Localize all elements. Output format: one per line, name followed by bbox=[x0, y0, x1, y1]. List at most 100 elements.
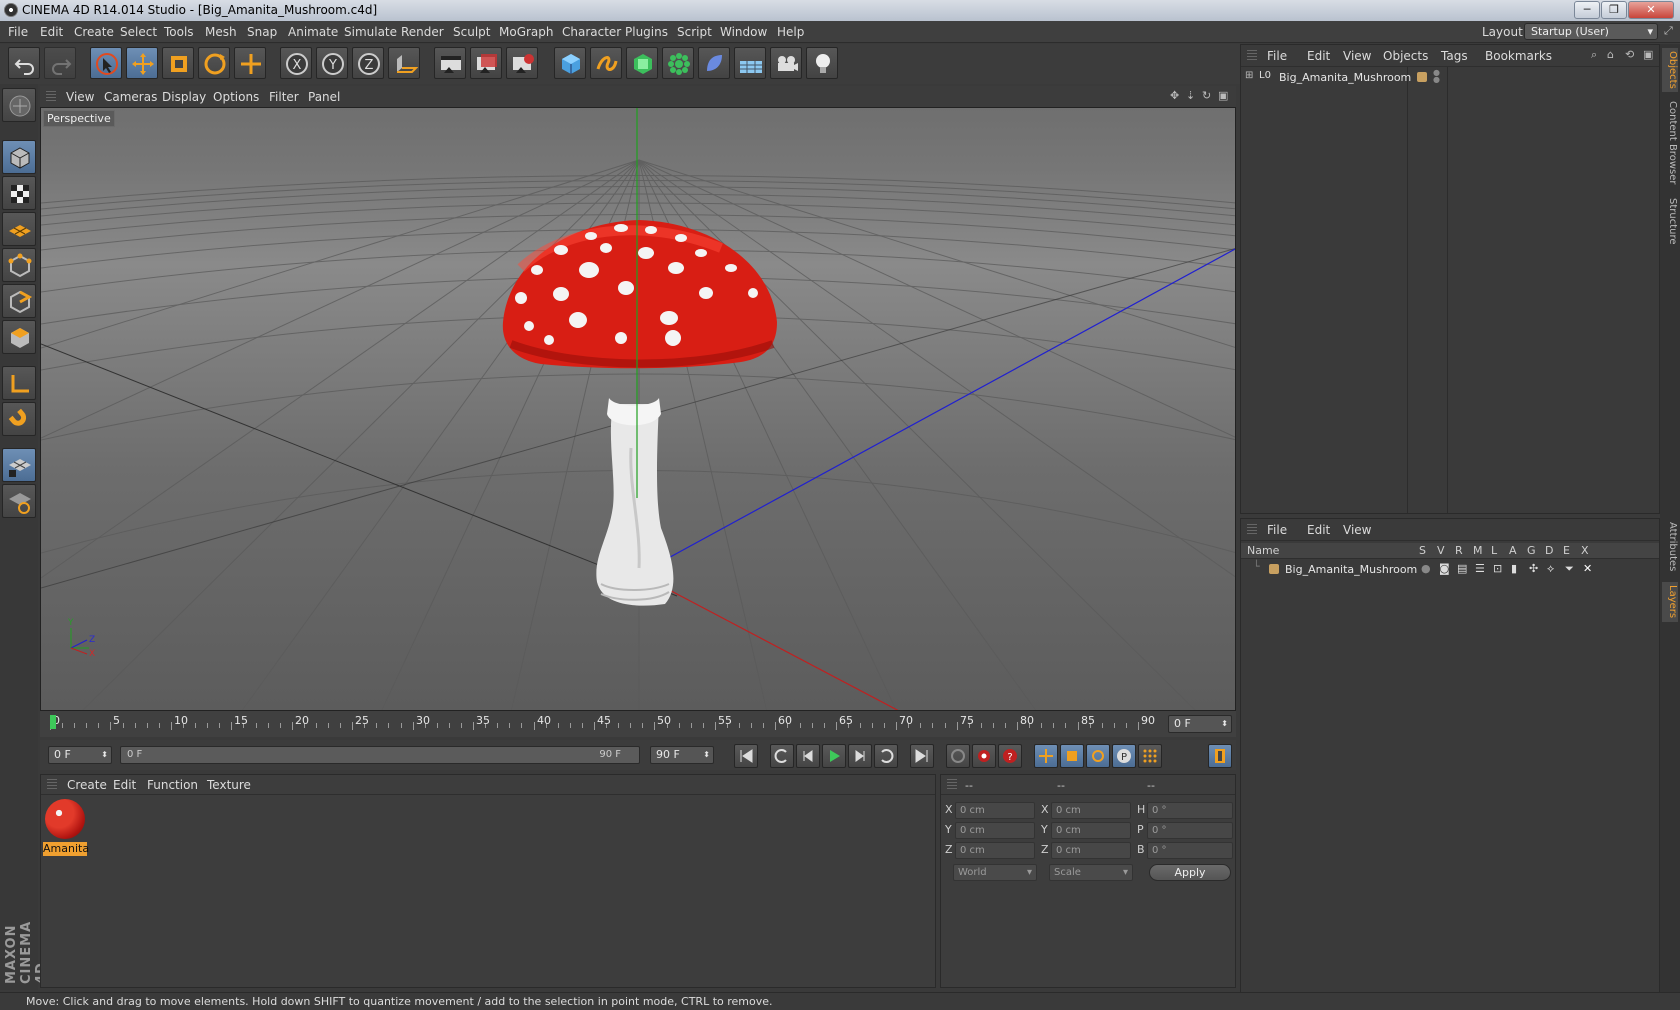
col-visible[interactable]: V bbox=[1437, 544, 1445, 557]
layer-color-swatch[interactable] bbox=[1417, 72, 1427, 82]
deformer-icon[interactable] bbox=[698, 47, 730, 79]
animation-toggle-icon[interactable]: ▮ bbox=[1511, 562, 1517, 575]
key-position-icon[interactable] bbox=[1034, 744, 1058, 768]
make-editable-icon[interactable] bbox=[2, 88, 36, 122]
maximize-panel-icon[interactable]: ⤢ bbox=[1664, 24, 1673, 38]
viewport-pan-icon[interactable]: ✥ bbox=[1170, 89, 1179, 102]
live-selection-icon[interactable] bbox=[90, 47, 122, 79]
key-parameter-icon[interactable]: P bbox=[1112, 744, 1136, 768]
goto-end-icon[interactable] bbox=[910, 744, 934, 768]
panel-grip-icon[interactable] bbox=[47, 779, 57, 791]
add-icon[interactable] bbox=[234, 47, 266, 79]
menu-select[interactable]: Select bbox=[120, 25, 157, 39]
snap-magnet-icon[interactable] bbox=[2, 402, 36, 436]
viewport-rotate-icon[interactable]: ↻ bbox=[1202, 89, 1211, 102]
coordinate-mode-select[interactable]: World ▾ bbox=[953, 864, 1037, 881]
render-toggle-icon[interactable]: ▤ bbox=[1457, 562, 1467, 575]
previous-key-icon[interactable] bbox=[770, 744, 794, 768]
layer-menu-file[interactable]: File bbox=[1267, 523, 1287, 537]
menu-file[interactable]: File bbox=[8, 25, 28, 39]
previous-frame-icon[interactable] bbox=[796, 744, 820, 768]
pos-x-field[interactable]: 0 cm bbox=[955, 802, 1035, 819]
col-animation[interactable]: A bbox=[1509, 544, 1517, 557]
viewport-menu-filter[interactable]: Filter bbox=[269, 90, 299, 104]
rot-b-field[interactable]: 0 ° bbox=[1147, 842, 1233, 859]
rotate-icon[interactable] bbox=[198, 47, 230, 79]
rot-p-field[interactable]: 0 ° bbox=[1147, 822, 1233, 839]
perspective-viewport[interactable]: Y Z X Perspective bbox=[40, 107, 1236, 711]
key-scale-icon[interactable] bbox=[1060, 744, 1084, 768]
layer-menu-view[interactable]: View bbox=[1343, 523, 1371, 537]
undo-icon[interactable] bbox=[8, 47, 40, 79]
menu-tools[interactable]: Tools bbox=[164, 25, 194, 39]
menu-mograph[interactable]: MoGraph bbox=[499, 25, 554, 39]
material-menu-texture[interactable]: Texture bbox=[207, 778, 251, 792]
next-key-icon[interactable] bbox=[874, 744, 898, 768]
expand-toggle-icon[interactable]: ⊞ bbox=[1245, 70, 1253, 81]
motion-record-icon[interactable] bbox=[946, 744, 970, 768]
new-view-icon[interactable]: ▣ bbox=[1643, 48, 1653, 61]
object-menu-bookmarks[interactable]: Bookmarks bbox=[1485, 49, 1552, 63]
nurbs-icon[interactable] bbox=[626, 47, 658, 79]
autokey-icon[interactable]: ? bbox=[998, 744, 1022, 768]
goto-start-icon[interactable] bbox=[734, 744, 758, 768]
back-icon[interactable]: ⟲ bbox=[1625, 48, 1634, 61]
redo-icon[interactable] bbox=[44, 47, 76, 79]
expression-toggle-icon[interactable]: ⏷ bbox=[1565, 562, 1574, 576]
tab-content-browser[interactable]: Content Browser bbox=[1662, 98, 1678, 188]
edges-mode-icon[interactable] bbox=[2, 284, 36, 318]
cube-primitive-icon[interactable] bbox=[554, 47, 586, 79]
current-frame-field[interactable]: 0 F ⬍ bbox=[1168, 715, 1232, 733]
col-name[interactable]: Name bbox=[1247, 544, 1279, 557]
apply-button[interactable]: Apply bbox=[1149, 864, 1231, 881]
search-icon[interactable]: ⌕ bbox=[1591, 48, 1597, 62]
object-menu-view[interactable]: View bbox=[1343, 49, 1371, 63]
tab-layers[interactable]: Layers bbox=[1662, 582, 1678, 622]
pos-y-field[interactable]: 0 cm bbox=[955, 822, 1035, 839]
size-y-field[interactable]: 0 cm bbox=[1051, 822, 1131, 839]
play-icon[interactable] bbox=[822, 744, 846, 768]
object-menu-edit[interactable]: Edit bbox=[1307, 49, 1330, 63]
menu-animate[interactable]: Animate bbox=[288, 25, 338, 39]
menu-mesh[interactable]: Mesh bbox=[205, 25, 237, 39]
close-window-button[interactable]: ✕ bbox=[1628, 1, 1674, 19]
menu-snap[interactable]: Snap bbox=[247, 25, 277, 39]
viewport-menu-options[interactable]: Options bbox=[213, 90, 259, 104]
material-menu-edit[interactable]: Edit bbox=[113, 778, 136, 792]
scale-mode-select[interactable]: Scale ▾ bbox=[1049, 864, 1133, 881]
material-menu-function[interactable]: Function bbox=[147, 778, 198, 792]
axis-mode-icon[interactable] bbox=[2, 366, 36, 400]
pos-z-field[interactable]: 0 cm bbox=[955, 842, 1035, 859]
visible-toggle-icon[interactable]: ◙ bbox=[1439, 562, 1450, 575]
timeline-ruler[interactable]: 0 5 10 15 20 25 30 35 40 45 50 55 60 65 70 75 80 85 90 0 F… bbox=[40, 711, 1236, 737]
manager-toggle-icon[interactable]: ☰ bbox=[1475, 562, 1485, 575]
deformer-toggle-icon[interactable]: ⟡ bbox=[1547, 562, 1554, 576]
object-row[interactable]: ⊞ L0 Big_Amanita_Mushroom ● ● bbox=[1245, 69, 1655, 88]
menu-script[interactable]: Script bbox=[677, 25, 712, 39]
floor-icon[interactable] bbox=[734, 47, 766, 79]
layer-menu-edit[interactable]: Edit bbox=[1307, 523, 1330, 537]
viewport-menu-display[interactable]: Display bbox=[162, 90, 206, 104]
y-axis-icon[interactable]: Y bbox=[316, 47, 348, 79]
menu-plugins[interactable]: Plugins bbox=[625, 25, 668, 39]
panel-grip-icon[interactable] bbox=[1247, 524, 1257, 536]
viewport-menu-cameras[interactable]: Cameras bbox=[104, 90, 157, 104]
z-axis-icon[interactable]: Z bbox=[352, 47, 384, 79]
camera-icon[interactable] bbox=[770, 47, 802, 79]
texture-mode-icon[interactable] bbox=[2, 176, 36, 210]
generator-toggle-icon[interactable]: ✣ bbox=[1529, 562, 1538, 575]
array-icon[interactable] bbox=[662, 47, 694, 79]
material-menu-create[interactable]: Create bbox=[67, 778, 107, 792]
layer-name[interactable]: Big_Amanita_Mushroom bbox=[1285, 563, 1417, 576]
tab-structure[interactable]: Structure bbox=[1662, 194, 1678, 248]
render-settings-icon[interactable] bbox=[506, 47, 538, 79]
light-icon[interactable] bbox=[806, 47, 838, 79]
col-solo[interactable]: S bbox=[1419, 544, 1426, 557]
menu-render[interactable]: Render bbox=[401, 25, 444, 39]
menu-edit[interactable]: Edit bbox=[40, 25, 63, 39]
viewport-layout-icon[interactable]: ▣ bbox=[1218, 89, 1228, 102]
next-frame-icon[interactable] bbox=[848, 744, 872, 768]
locked-workplane-icon[interactable] bbox=[2, 448, 36, 482]
rot-h-field[interactable]: 0 ° bbox=[1147, 802, 1233, 819]
col-manager[interactable]: M bbox=[1473, 544, 1483, 557]
